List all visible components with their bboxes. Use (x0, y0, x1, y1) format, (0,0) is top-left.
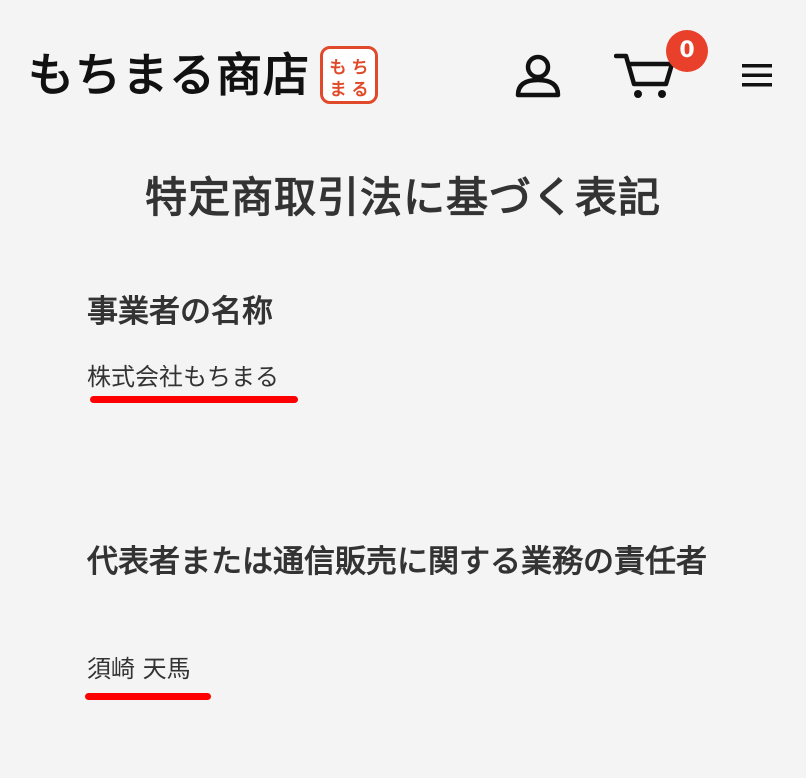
svg-text:も: も (330, 58, 347, 78)
section-heading: 事業者の名称 (87, 294, 273, 330)
account-button[interactable] (514, 54, 562, 98)
menu-button[interactable] (740, 60, 774, 90)
page-title: 特定商取引法に基づく表記 (144, 173, 661, 222)
highlight-underline (85, 693, 211, 700)
section-value: 須崎 天馬 (87, 655, 191, 683)
highlight-underline (90, 396, 298, 403)
logo-seal-icon: も ち ま る (320, 46, 378, 104)
logo-text: もちまる商店 (28, 48, 310, 102)
svg-text:ち: ち (352, 58, 369, 78)
svg-text:ま: ま (330, 80, 347, 99)
site-header: もちまる商店 も ち ま る 0 (0, 0, 806, 140)
section-value: 株式会社もちまる (87, 363, 279, 391)
cart-count-badge: 0 (666, 30, 708, 72)
section-heading: 代表者または通信販売に関する業務の責任者 (87, 544, 707, 580)
hamburger-menu-icon (742, 64, 772, 87)
site-logo[interactable]: もちまる商店 も ち ま る (28, 46, 378, 104)
svg-text:る: る (352, 80, 369, 99)
user-icon (515, 54, 561, 98)
